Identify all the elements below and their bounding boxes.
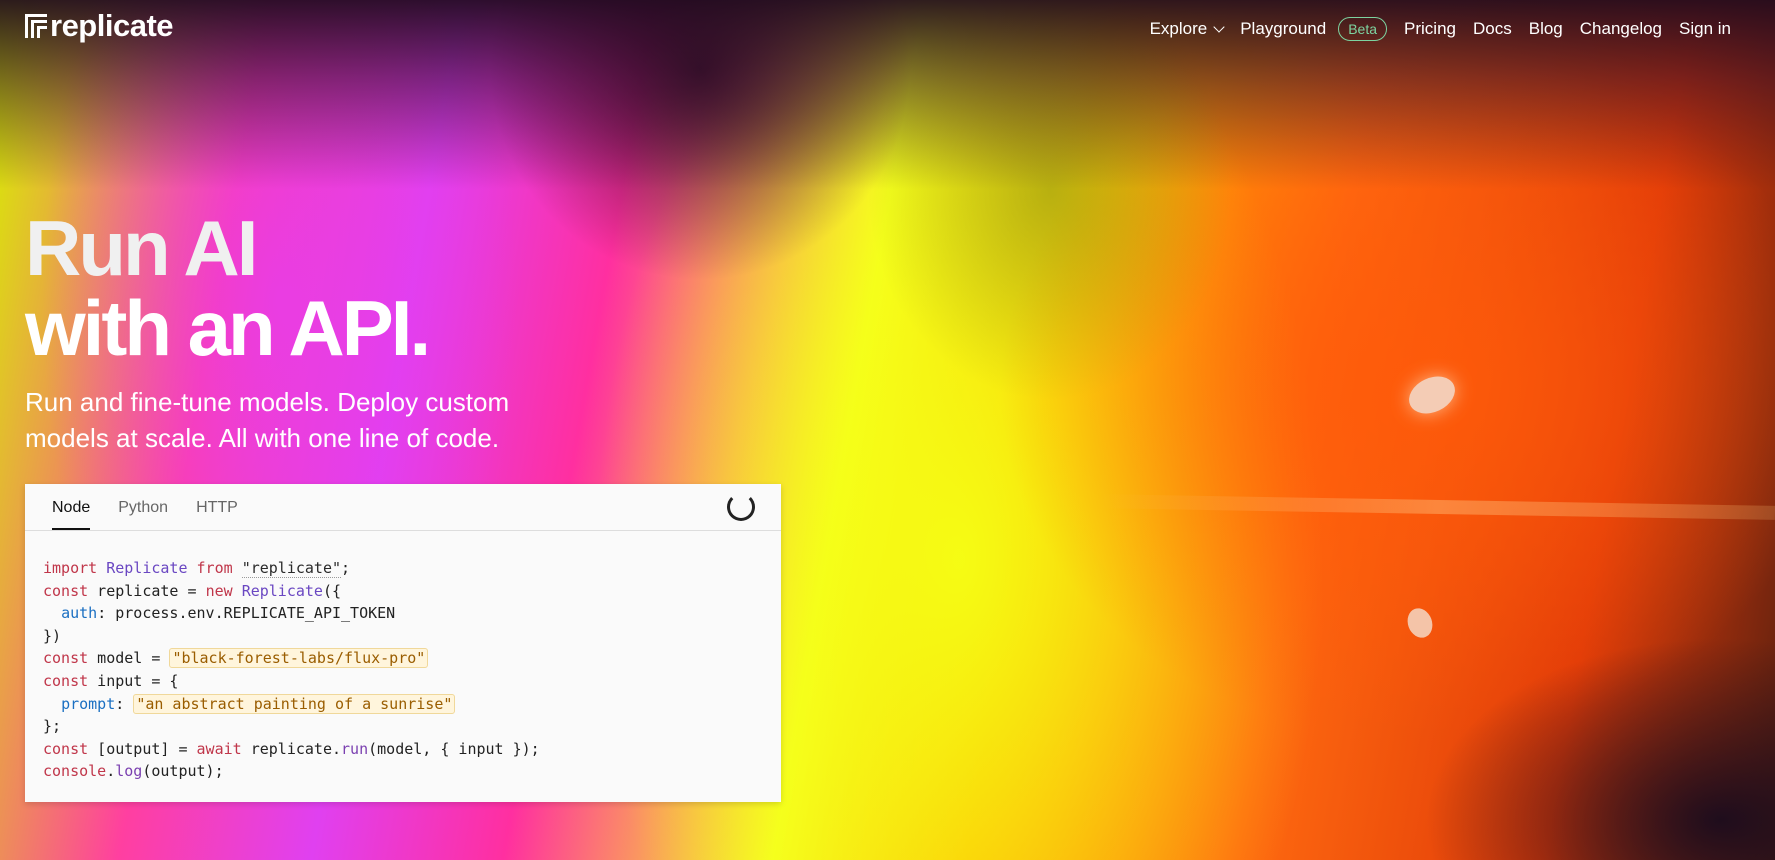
replicate-logo-icon <box>25 13 47 38</box>
code-block: import Replicate from "replicate"; const … <box>25 531 781 783</box>
hero-title-line-2: with an API. <box>25 284 431 372</box>
code-line: import Replicate from "replicate"; <box>43 559 351 578</box>
nav-explore-label: Explore <box>1149 19 1208 38</box>
nav-pricing[interactable]: Pricing <box>1404 19 1456 39</box>
loading-spinner-icon <box>727 493 755 521</box>
hero-title-line-1: Run AI <box>25 204 258 292</box>
tab-node[interactable]: Node <box>52 499 91 530</box>
tab-http[interactable]: HTTP <box>196 499 238 530</box>
nav-sign-in[interactable]: Sign in <box>1679 19 1731 39</box>
top-nav: replicate Explore Playground Beta Pricin… <box>0 0 1775 56</box>
model-string[interactable]: "black-forest-labs/flux-pro" <box>169 648 429 669</box>
nav-explore[interactable]: Explore <box>1149 19 1225 39</box>
nav-links: Explore Playground Beta Pricing Docs Blo… <box>1133 17 1731 41</box>
code-line: }; <box>43 717 62 736</box>
code-line: }) <box>43 626 62 645</box>
language-tabs: Node Python HTTP <box>25 484 781 531</box>
code-line: auth: process.env.REPLICATE_API_TOKEN <box>61 604 396 623</box>
logo-text: replicate <box>50 8 174 43</box>
code-line: console.log(output); <box>43 762 224 781</box>
code-line: const model = "black-forest-labs/flux-pr… <box>43 647 781 670</box>
nav-changelog[interactable]: Changelog <box>1580 19 1662 39</box>
nav-docs[interactable]: Docs <box>1473 19 1512 39</box>
code-example-card: Node Python HTTP import Replicate from "… <box>25 484 781 802</box>
tab-python[interactable]: Python <box>118 499 168 530</box>
prompt-string[interactable]: "an abstract painting of a sunrise" <box>133 693 456 714</box>
code-line: prompt: "an abstract painting of a sunri… <box>43 693 781 716</box>
logo[interactable]: replicate <box>25 8 174 43</box>
code-line: const [output] = await replicate.run(mod… <box>43 739 540 758</box>
code-line: const input = { <box>43 671 179 690</box>
hero-subtitle: Run and fine-tune models. Deploy custom … <box>25 387 510 453</box>
beta-badge: Beta <box>1338 17 1388 41</box>
nav-playground[interactable]: Playground <box>1240 19 1326 39</box>
chevron-down-icon <box>1213 21 1225 33</box>
nav-blog[interactable]: Blog <box>1529 19 1563 39</box>
hero-title: Run AI with an API. <box>25 204 431 372</box>
code-line: const replicate = new Replicate({ <box>43 581 342 600</box>
